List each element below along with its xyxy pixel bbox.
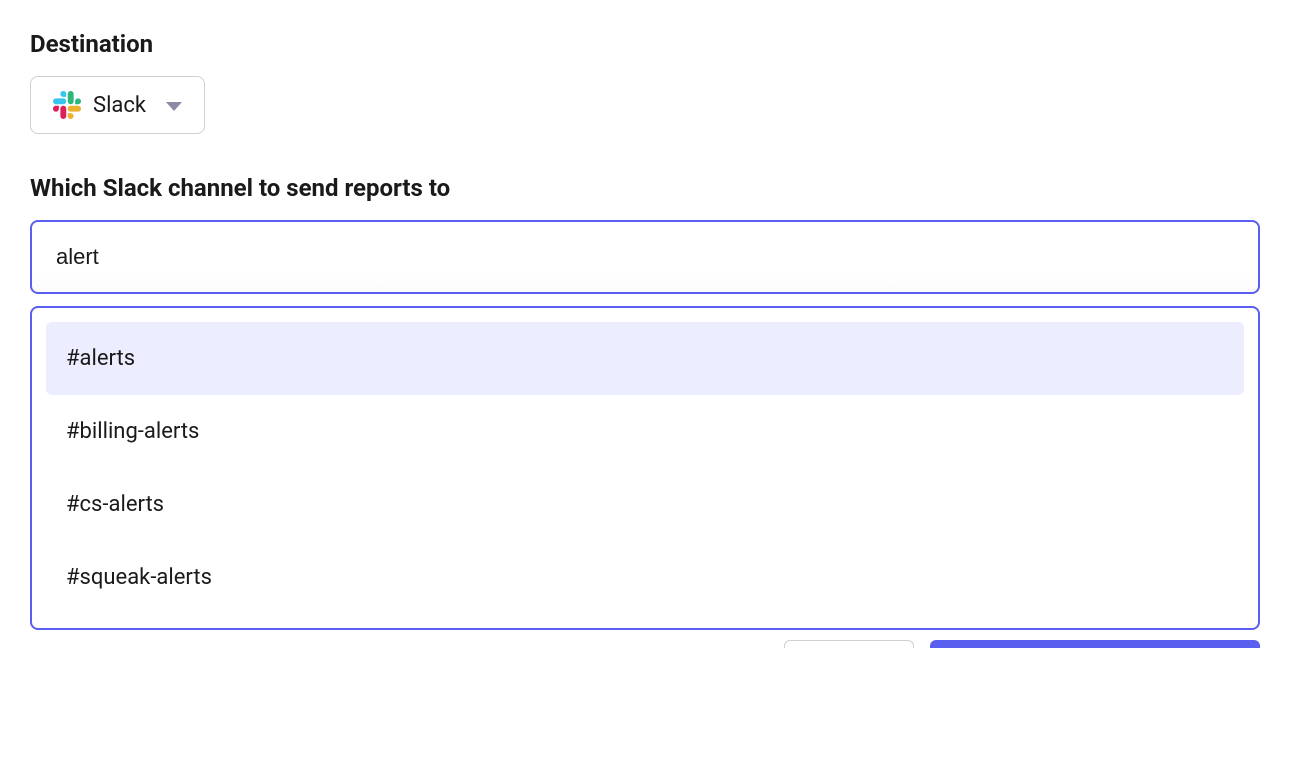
channel-option[interactable]: #alerts [46, 322, 1244, 395]
channel-search-input[interactable] [30, 220, 1260, 294]
chevron-down-icon [166, 102, 182, 111]
channel-option[interactable]: #cs-alerts [46, 468, 1244, 541]
channel-field-label: Which Slack channel to send reports to [30, 174, 1260, 202]
footer-buttons [30, 640, 1260, 648]
slack-icon [53, 91, 81, 119]
destination-selected-label: Slack [93, 93, 146, 118]
destination-section-label: Destination [30, 30, 1260, 58]
channel-option[interactable]: #squeak-alerts [46, 541, 1244, 614]
destination-form: Destination Slack Which Slack channel to… [30, 30, 1260, 648]
channel-dropdown-panel: #alerts#billing-alerts#cs-alerts#squeak-… [30, 306, 1260, 630]
channel-option[interactable]: #billing-alerts [46, 395, 1244, 468]
destination-selector[interactable]: Slack [30, 76, 205, 134]
primary-button[interactable] [930, 640, 1260, 648]
channel-search-wrapper [30, 220, 1260, 294]
secondary-button[interactable] [784, 640, 914, 648]
